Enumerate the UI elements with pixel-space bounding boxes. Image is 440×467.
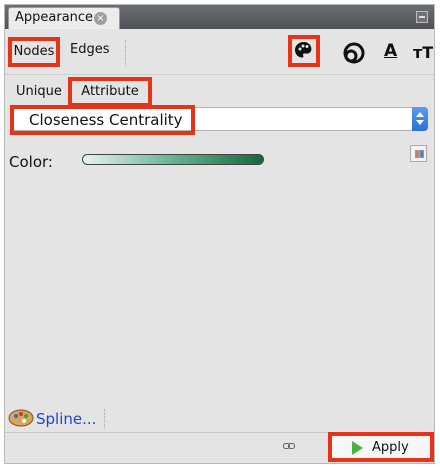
apply-button-label: Apply xyxy=(372,440,409,455)
label-color-button[interactable]: A xyxy=(378,35,410,67)
tab-edges-label: Edges xyxy=(70,42,110,57)
color-label: Color: xyxy=(9,153,53,171)
tab-edges[interactable]: Edges xyxy=(70,42,110,57)
mode-tabs: Unique Attribute xyxy=(5,75,434,109)
restore-window-icon[interactable] xyxy=(416,11,428,23)
chevron-updown-icon[interactable] xyxy=(412,107,428,131)
label-color-icon: A xyxy=(384,41,398,61)
attribute-select-highlight xyxy=(10,105,195,135)
tab-appearance-label: Appearance xyxy=(15,10,94,25)
size-button[interactable] xyxy=(339,35,371,67)
tab-attribute[interactable]: Attribute xyxy=(68,77,152,107)
size-icon xyxy=(343,42,365,64)
tab-attribute-label: Attribute xyxy=(81,84,139,99)
close-icon[interactable]: × xyxy=(94,12,107,25)
color-gradient-bar[interactable] xyxy=(82,154,264,165)
footer-bar: Apply xyxy=(4,432,435,462)
tab-nodes[interactable]: Nodes xyxy=(8,37,60,67)
spline-icon[interactable] xyxy=(8,408,34,428)
label-size-icon: тT xyxy=(413,43,434,62)
tab-unique-label: Unique xyxy=(16,84,62,99)
color-button[interactable] xyxy=(288,35,320,67)
toolbar-separator xyxy=(125,40,126,66)
appearance-panel: Appearance × Nodes Edges A тT Unique Att… xyxy=(4,4,435,464)
palette-grid-icon xyxy=(415,150,424,158)
palette-picker-button[interactable] xyxy=(410,145,427,162)
tab-nodes-label: Nodes xyxy=(13,44,55,59)
panel-title-bar: Appearance × xyxy=(5,5,434,29)
palette-spline-icon xyxy=(8,409,34,427)
play-icon xyxy=(352,441,363,455)
apply-button[interactable]: Apply xyxy=(328,432,434,462)
link-icon[interactable] xyxy=(283,442,295,450)
spline-link[interactable]: Spline... xyxy=(36,410,96,428)
label-size-button[interactable]: тT xyxy=(409,35,440,67)
palette-icon xyxy=(295,42,312,58)
spline-separator xyxy=(104,409,105,429)
element-type-toolbar: Nodes Edges A тT xyxy=(5,30,434,75)
tab-appearance[interactable]: Appearance × xyxy=(8,7,120,29)
tab-unique[interactable]: Unique xyxy=(16,84,62,99)
